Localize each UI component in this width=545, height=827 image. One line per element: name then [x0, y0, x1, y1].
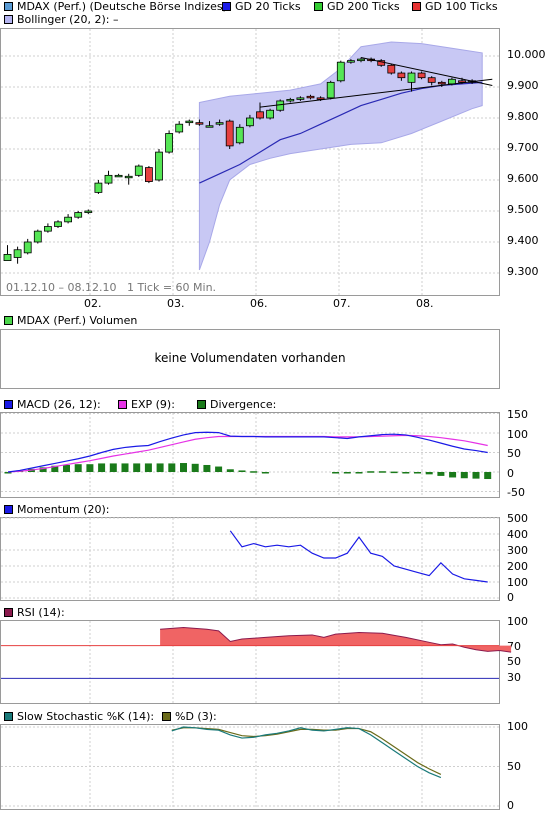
divergence-bar — [484, 472, 492, 480]
divergence-bar — [460, 472, 468, 479]
candle-body — [74, 212, 83, 218]
candle-body — [44, 226, 52, 232]
candle-body — [114, 174, 123, 178]
candle-body — [336, 61, 345, 82]
divergence-bar — [98, 463, 106, 472]
divergence-bar — [133, 463, 141, 472]
candle-body — [256, 111, 264, 119]
candle-body — [306, 95, 315, 99]
divergence-bar — [203, 464, 211, 472]
candle-body — [185, 120, 194, 124]
candle-body — [266, 109, 275, 119]
candle-body — [225, 120, 234, 147]
divergence-bar — [226, 469, 234, 472]
stoch-k-line — [171, 726, 442, 779]
momentum-line — [229, 530, 488, 583]
candle-body — [286, 99, 295, 102]
divergence-bar — [63, 464, 70, 472]
divergence-bar — [215, 466, 223, 472]
candle-body — [175, 123, 184, 133]
divergence-bar — [355, 472, 363, 474]
divergence-bar — [402, 472, 410, 474]
divergence-bar — [74, 464, 82, 472]
candle-body — [134, 165, 143, 176]
candle-body — [94, 182, 103, 193]
candle-body — [387, 64, 396, 74]
divergence-bar — [191, 463, 199, 472]
candle-body — [346, 60, 355, 63]
rsi-overbought-area — [160, 627, 512, 653]
candle-body — [427, 77, 436, 83]
candle-body — [3, 253, 12, 261]
divergence-bar — [425, 472, 433, 475]
divergence-bar — [121, 463, 129, 472]
divergence-bar — [109, 463, 117, 472]
candle-body — [215, 122, 224, 125]
candle-body — [104, 174, 113, 184]
stoch-d-line — [171, 727, 442, 775]
candle-body — [144, 167, 153, 182]
candle-body — [165, 133, 174, 153]
divergence-bar — [180, 463, 187, 472]
divergence-bar — [168, 463, 176, 472]
divergence-bar — [343, 472, 351, 474]
divergence-bar — [86, 464, 94, 472]
divergence-bar — [261, 472, 269, 474]
divergence-bar — [414, 472, 421, 474]
divergence-bar — [472, 472, 480, 479]
candle-body — [437, 81, 446, 85]
divergence-bar — [156, 463, 164, 472]
candle-body — [407, 72, 416, 83]
candle-body — [23, 241, 32, 254]
divergence-bar — [144, 463, 152, 472]
divergence-bar — [437, 472, 445, 476]
candle-body — [33, 230, 42, 243]
candle-body — [64, 216, 72, 223]
divergence-bar — [238, 470, 246, 472]
candle-body — [447, 78, 456, 85]
candle-body — [205, 125, 214, 128]
divergence-bar — [378, 471, 386, 473]
candle-body — [235, 126, 244, 144]
divergence-bar — [250, 471, 258, 473]
candle-body — [357, 58, 365, 62]
candle-body — [296, 97, 305, 100]
candle-body — [417, 72, 426, 79]
candle-body — [84, 210, 93, 213]
candle-body — [326, 81, 335, 99]
candle-body — [13, 249, 22, 258]
candle-body — [195, 122, 204, 125]
divergence-bar — [332, 472, 340, 474]
candle-body — [245, 117, 254, 127]
chart-canvas — [1, 29, 512, 809]
candle-body — [54, 221, 62, 227]
candle-body — [276, 100, 285, 111]
divergence-bar — [390, 471, 398, 474]
candle-body — [155, 151, 163, 181]
candle-body — [397, 72, 406, 79]
divergence-bar — [449, 472, 457, 478]
divergence-bar — [367, 471, 375, 473]
candle-body — [124, 175, 133, 179]
